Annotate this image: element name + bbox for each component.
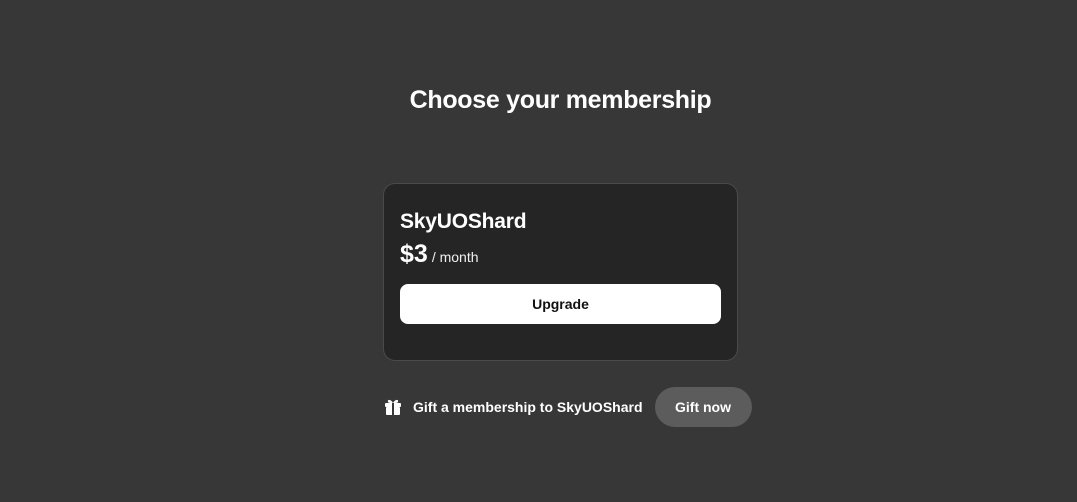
tier-name: SkyUOShard: [400, 210, 527, 233]
upgrade-button[interactable]: Upgrade: [400, 284, 721, 324]
gift-icon: [383, 397, 403, 417]
membership-page: Choose your membership SkyUOShard $3 / m…: [0, 0, 1077, 502]
membership-tier-card: SkyUOShard $3 / month Upgrade: [383, 183, 738, 361]
tier-price-row: $3 / month: [400, 240, 479, 269]
gift-membership-text: Gift a membership to SkyUOShard: [413, 399, 643, 415]
gift-now-button[interactable]: Gift now: [654, 387, 752, 427]
tier-period: / month: [431, 249, 479, 265]
gift-membership-row: Gift a membership to SkyUOShard Gift now: [383, 387, 752, 427]
tier-price: $3: [400, 240, 428, 268]
page-title: Choose your membership: [409, 86, 712, 114]
